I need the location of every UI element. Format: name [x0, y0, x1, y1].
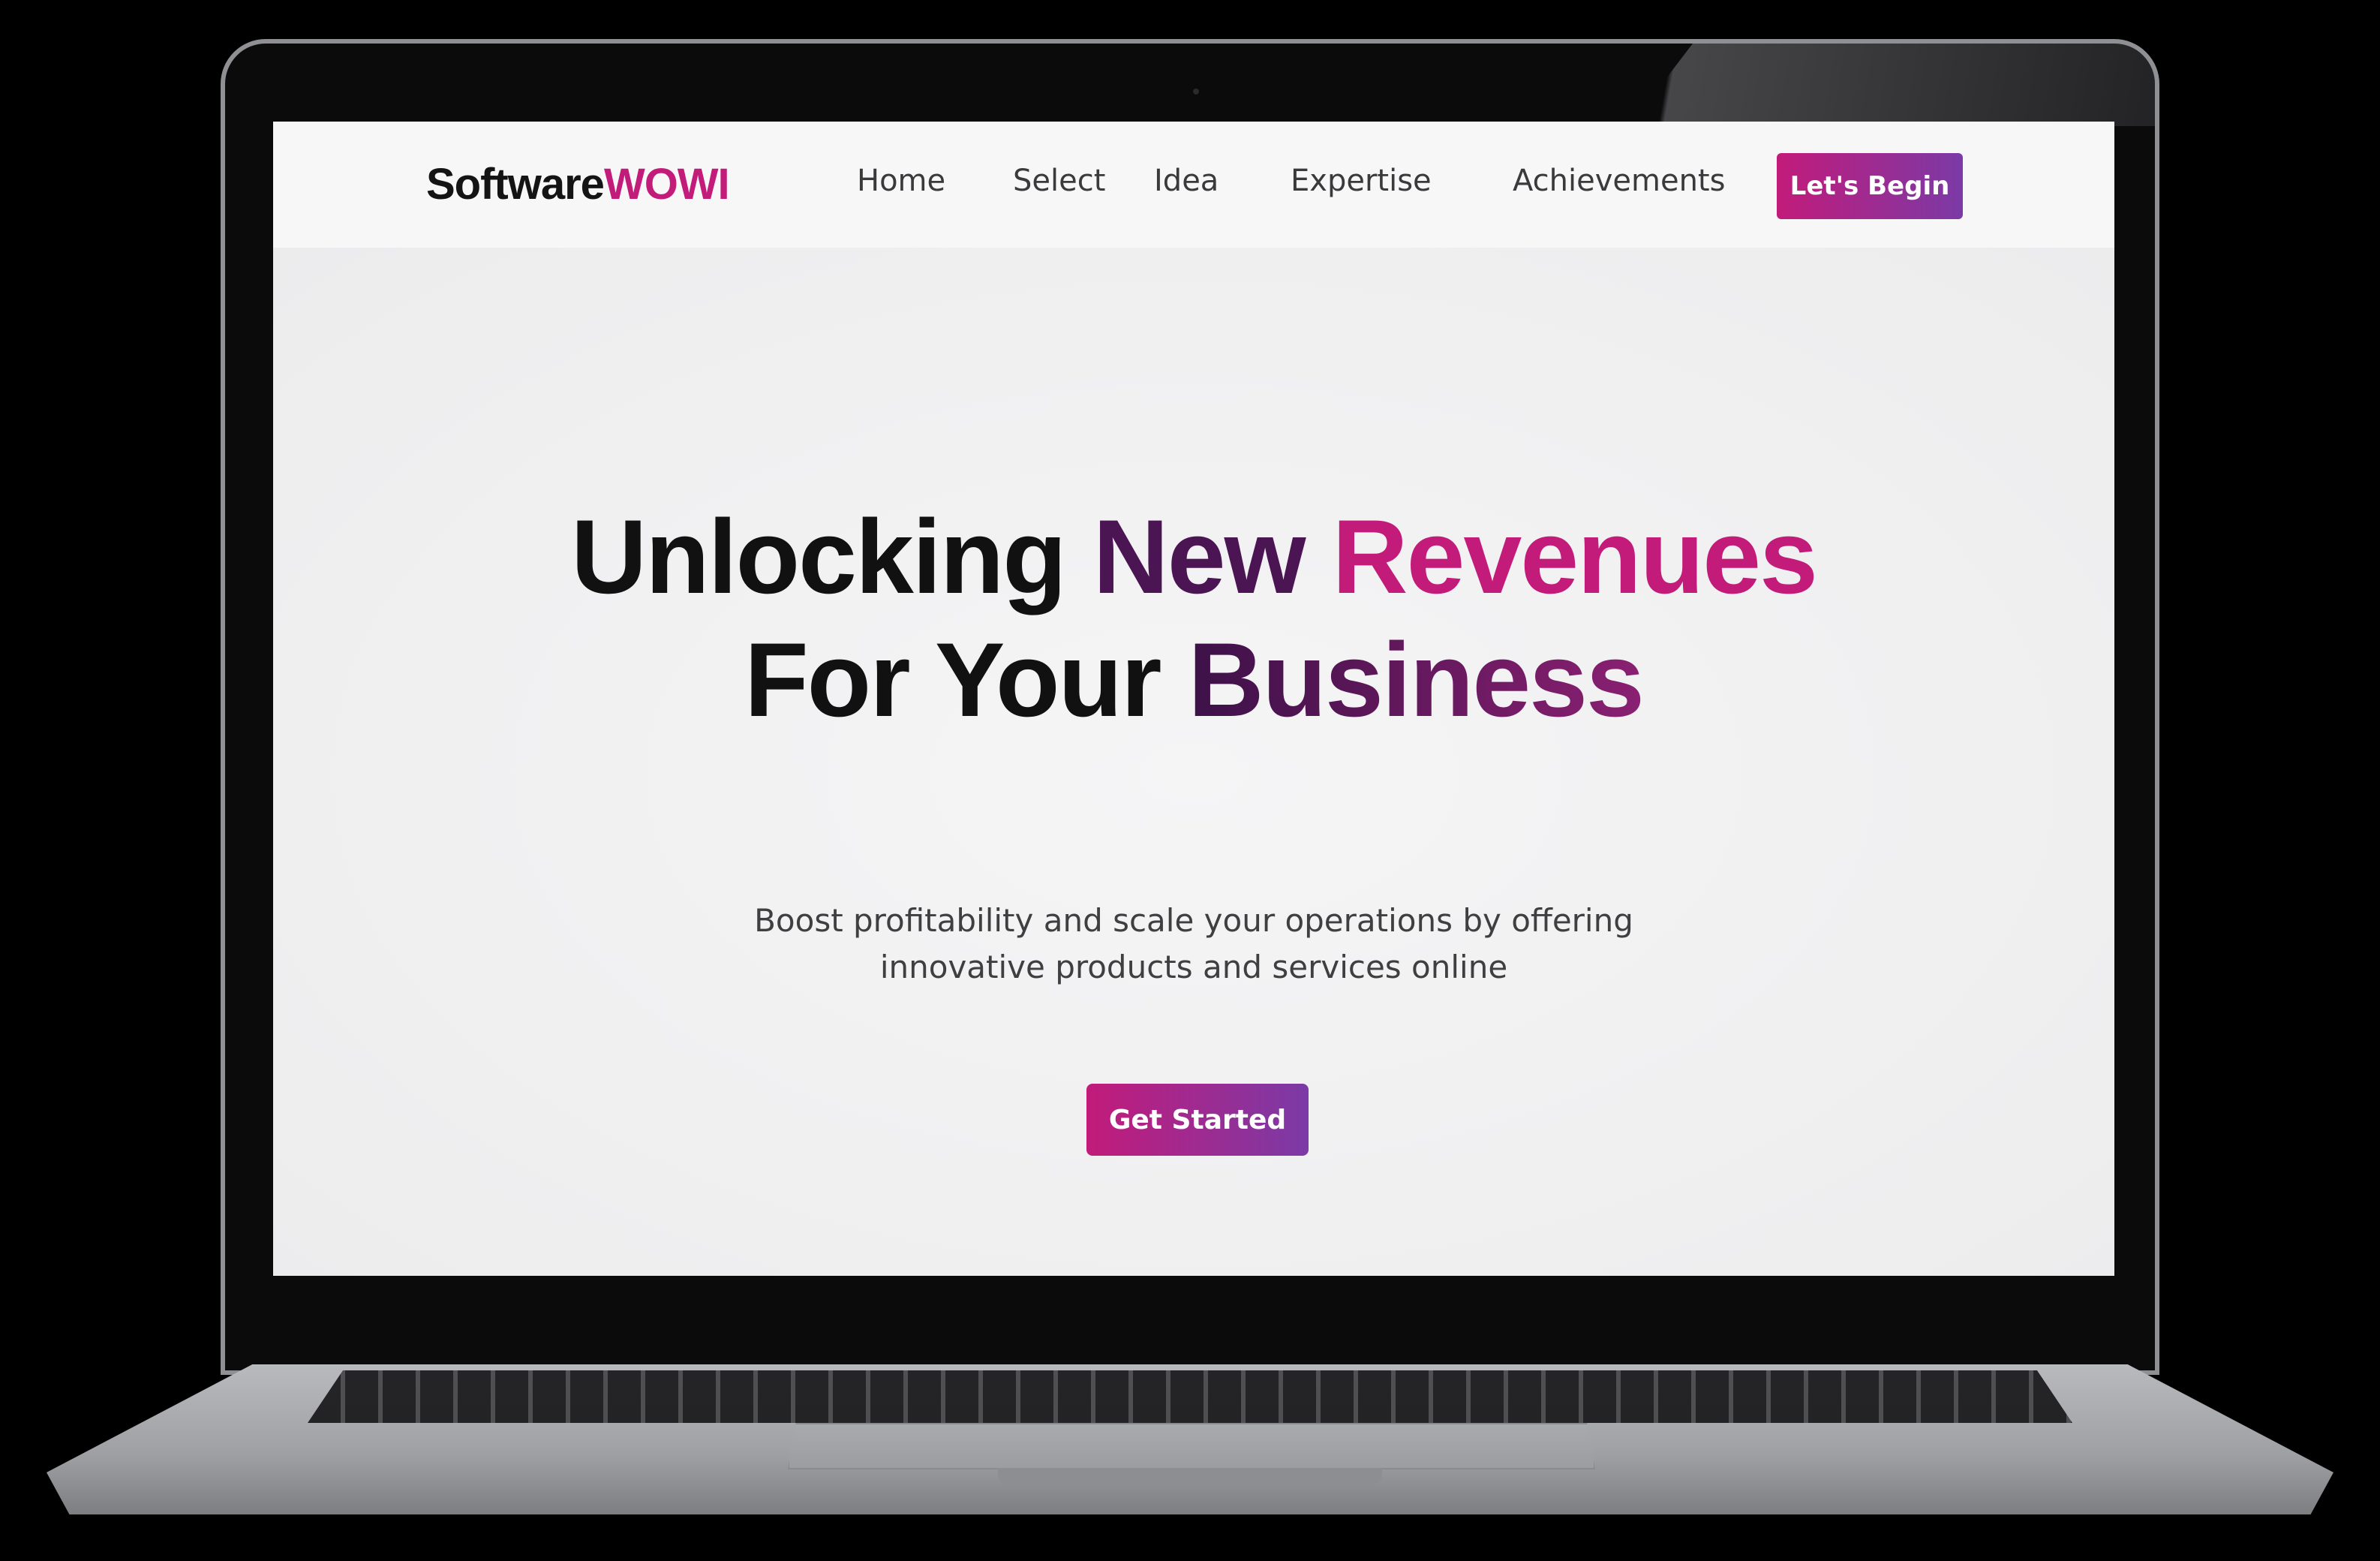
logo-accent-text: WOWI	[603, 160, 730, 209]
get-started-button[interactable]: Get Started	[1086, 1084, 1309, 1156]
lets-begin-button[interactable]: Let's Begin	[1777, 153, 1963, 219]
nav-link-home[interactable]: Home	[857, 164, 945, 198]
hero-section: Unlocking New Revenues For Your Business…	[273, 248, 2114, 1301]
laptop-screen: SoftwareWOWI Home Select Idea Expertise …	[273, 122, 2114, 1301]
nav-link-select[interactable]: Select	[1013, 164, 1105, 198]
trackpad	[788, 1423, 1595, 1469]
webcam-icon	[1193, 89, 1199, 95]
hero-title: Unlocking New Revenues For Your Business	[273, 495, 2114, 741]
hero-title-word-business: Business	[1188, 621, 1644, 738]
nav-link-expertise[interactable]: Expertise	[1291, 164, 1432, 198]
laptop-scene: SoftwareWOWI Home Select Idea Expertise …	[0, 0, 2380, 1561]
laptop-lid: SoftwareWOWI Home Select Idea Expertise …	[221, 39, 2159, 1375]
hero-title-word-revenues: Revenues	[1332, 498, 1817, 615]
top-navbar: SoftwareWOWI Home Select Idea Expertise …	[273, 122, 2114, 250]
hero-title-line2-plain: For Your	[744, 621, 1161, 738]
hero-subtitle-line1: Boost profitability and scale your opera…	[754, 902, 1633, 939]
screen-bottom-bezel	[225, 1276, 2155, 1324]
hero-title-word-unlocking: Unlocking	[571, 498, 1067, 615]
keyboard-keys	[308, 1370, 2072, 1423]
lid-glare	[1630, 44, 2155, 126]
hero-subtitle: Boost profitability and scale your opera…	[273, 898, 2114, 991]
hero-subtitle-line2: innovative products and services online	[879, 949, 1508, 985]
nav-link-achievements[interactable]: Achievements	[1513, 164, 1725, 198]
hero-title-word-new: New	[1092, 498, 1306, 615]
site-logo[interactable]: SoftwareWOWI	[426, 159, 730, 209]
lid-opening-notch	[998, 1468, 1382, 1486]
logo-main-text: Software	[426, 160, 605, 209]
nav-link-idea[interactable]: Idea	[1154, 164, 1219, 198]
